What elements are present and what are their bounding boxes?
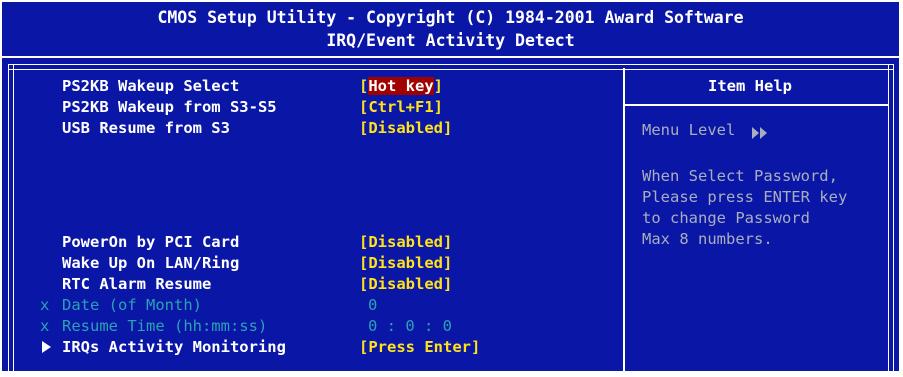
ps2kb-wakeup-s3s5-label: PS2KB Wakeup from S3-S5: [62, 98, 277, 116]
item-help-title: Item Help: [708, 77, 792, 95]
usb-resume-s3-label: USB Resume from S3: [62, 119, 230, 137]
irq-activity-monitoring-label[interactable]: IRQs Activity Monitoring: [62, 337, 286, 358]
selected-value-highlight[interactable]: Hot key: [368, 77, 434, 95]
frame-left: [8, 64, 14, 377]
poweron-pci-card-value[interactable]: [Disabled]: [359, 232, 452, 253]
page-title: IRQ/Event Activity Detect: [326, 31, 575, 50]
resume-time-value: 0 : 0 : 0: [368, 317, 452, 335]
bios-screen: CMOS Setup Utility - Copyright (C) 1984-…: [0, 0, 903, 377]
usb-resume-s3-value[interactable]: [Disabled]: [359, 118, 452, 139]
date-of-month-label: Date (of Month): [62, 296, 202, 314]
menu-level-arrows-icon: [752, 124, 768, 143]
ps2kb-wakeup-select-value[interactable]: [Hot key]: [359, 76, 443, 97]
help-line-4: Max 8 numbers.: [642, 230, 773, 248]
menu-level-label: Menu Level: [642, 121, 736, 139]
ps2kb-wakeup-select-label: PS2KB Wakeup Select: [62, 77, 240, 95]
bracket-open: [: [359, 77, 369, 95]
rtc-alarm-resume-value[interactable]: [Disabled]: [359, 274, 452, 295]
frame-top: [8, 64, 893, 70]
irq-activity-monitoring-value[interactable]: [Press Enter]: [359, 337, 480, 358]
resume-time-marker: x: [40, 317, 50, 335]
resume-time-label: Resume Time (hh:mm:ss): [62, 317, 268, 335]
wake-up-lan-ring-label: Wake Up On LAN/Ring: [62, 254, 240, 272]
submenu-arrow-icon: [42, 341, 51, 353]
ps2kb-wakeup-s3s5-value[interactable]: [Ctrl+F1]: [359, 97, 443, 118]
help-line-1: When Select Password,: [642, 167, 838, 185]
help-line-3: to change Password: [642, 209, 810, 227]
utility-title: CMOS Setup Utility - Copyright (C) 1984-…: [157, 8, 744, 27]
wake-up-lan-ring-value[interactable]: [Disabled]: [359, 253, 452, 274]
help-line-2: Please press ENTER key: [642, 188, 848, 206]
help-title-separator: [625, 104, 888, 106]
date-of-month-value: 0: [368, 296, 378, 314]
help-divider: [623, 68, 625, 371]
settings-panel: PS2KB Wakeup Select [Hot key] PS2KB Wake…: [2, 58, 899, 377]
bracket-close: ]: [433, 77, 444, 95]
date-of-month-marker: x: [40, 296, 50, 314]
frame-right: [888, 64, 894, 377]
rtc-alarm-resume-label: RTC Alarm Resume: [62, 275, 212, 293]
poweron-pci-card-label: PowerOn by PCI Card: [62, 233, 240, 251]
header-bar: CMOS Setup Utility - Copyright (C) 1984-…: [2, 2, 899, 56]
